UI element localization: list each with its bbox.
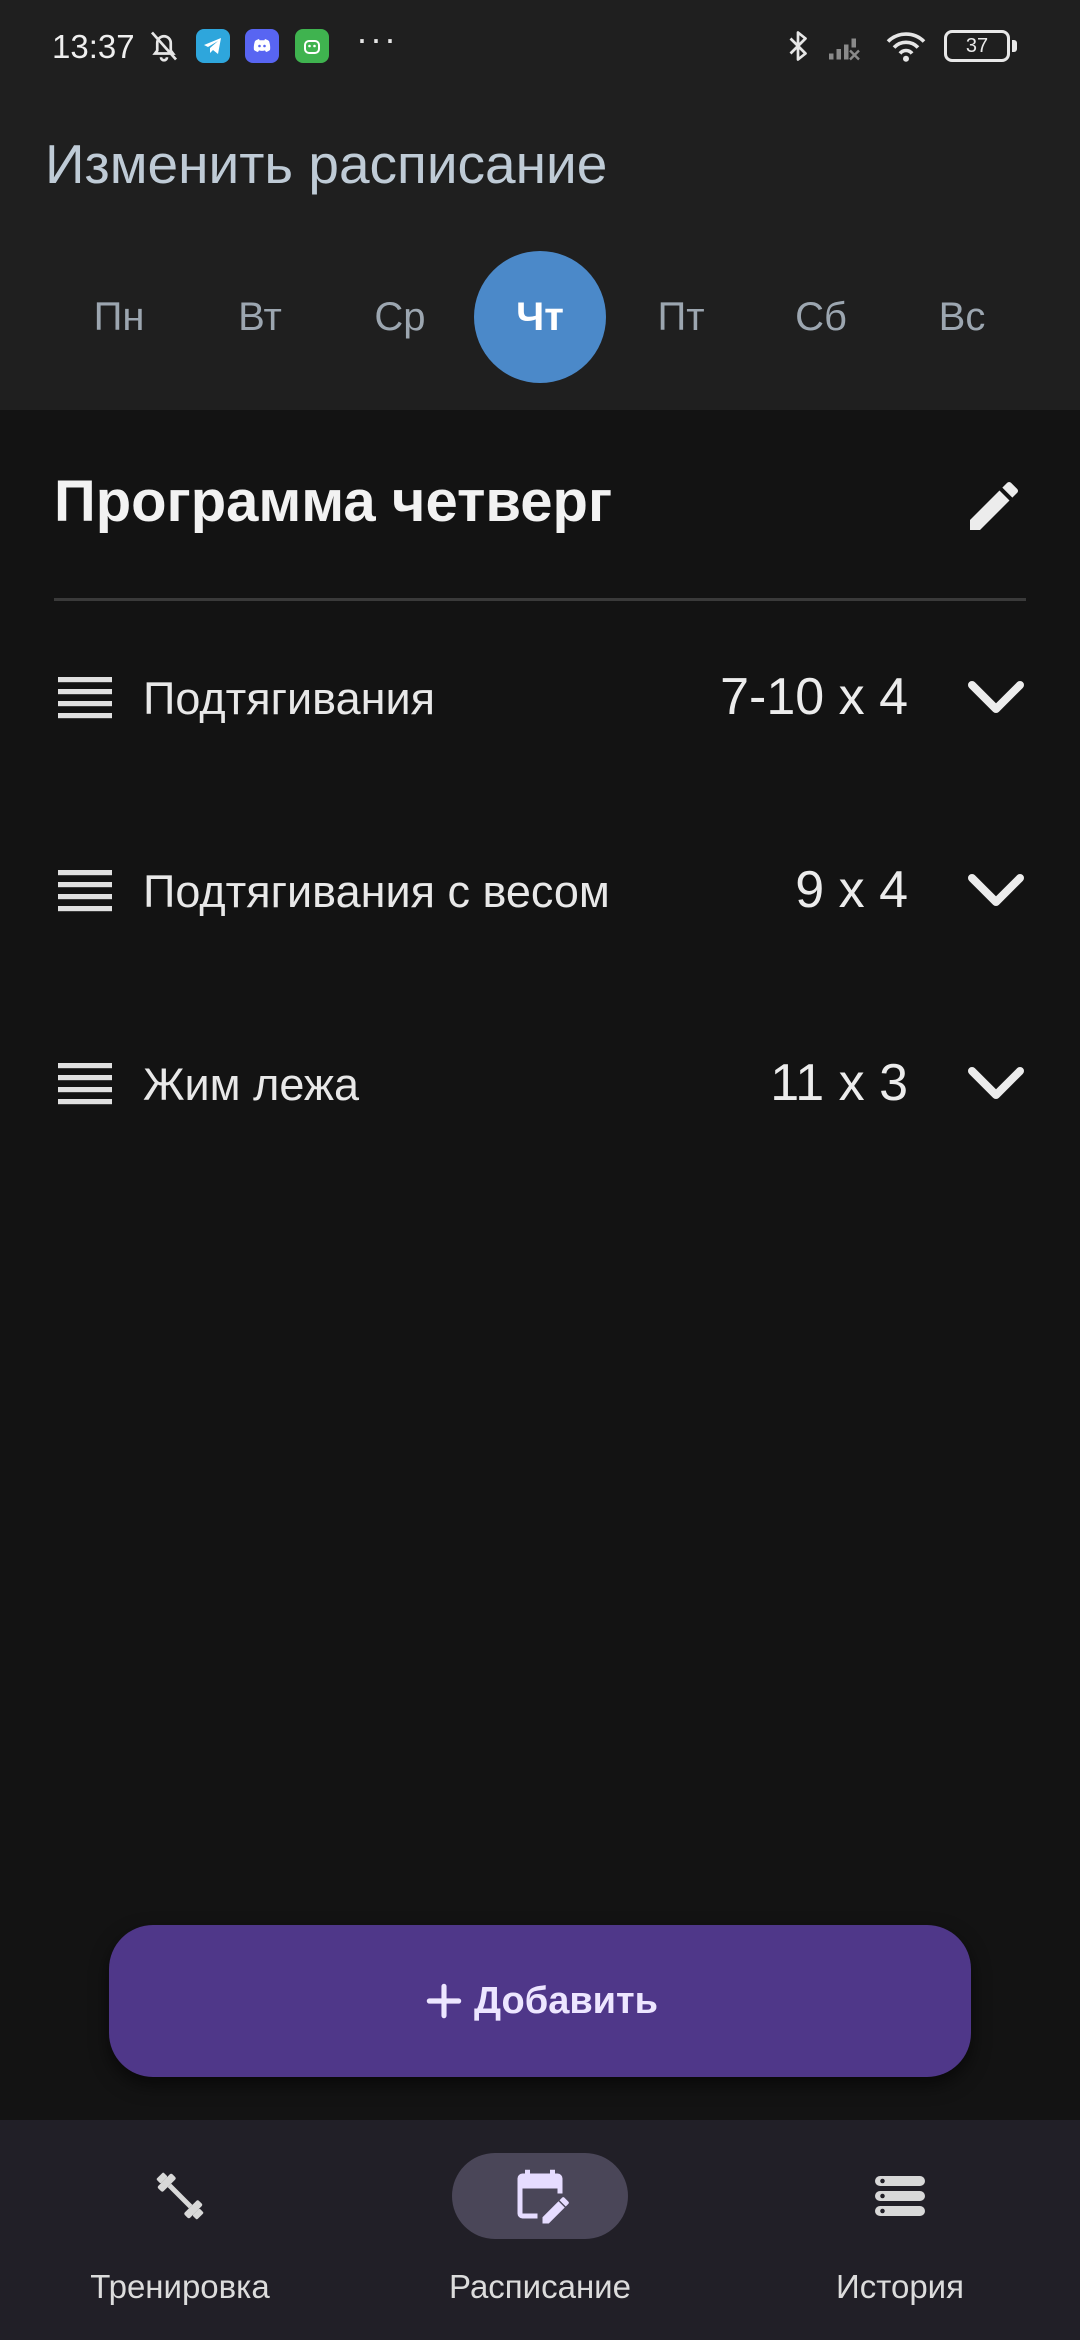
- nav-label: Расписание: [449, 2268, 631, 2305]
- wifi-icon: [886, 32, 926, 62]
- day-wednesday[interactable]: Ср: [334, 251, 466, 383]
- chevron-down-icon[interactable]: [966, 870, 1026, 910]
- drag-handle-icon[interactable]: [58, 677, 112, 719]
- calendar-edit-icon: [517, 2169, 569, 2224]
- telegram-icon: [196, 29, 230, 63]
- list-icon: [875, 2176, 925, 2216]
- drag-handle-icon[interactable]: [58, 870, 112, 912]
- battery-level: 37: [965, 34, 989, 57]
- divider: [54, 598, 1026, 601]
- exercise-name: Подтягивания с весом: [143, 866, 610, 917]
- day-thursday[interactable]: Чт: [474, 251, 606, 383]
- day-saturday[interactable]: Сб: [755, 251, 887, 383]
- day-tuesday[interactable]: Вт: [194, 251, 326, 383]
- exercise-sets: 7-10 x 4: [720, 668, 908, 726]
- add-button-label: Добавить: [473, 1979, 659, 2022]
- exercise-sets: 11 x 3: [770, 1054, 908, 1112]
- list-item[interactable]: Подтягивания с весом 9 x 4: [0, 830, 1080, 950]
- page-title: Изменить расписание: [45, 133, 608, 195]
- pencil-icon[interactable]: [962, 474, 1026, 538]
- bluetooth-icon: [789, 31, 807, 61]
- program-title: Программа четверг: [54, 469, 613, 534]
- day-selector: Пн Вт Ср Чт Пт Сб Вс: [0, 251, 1080, 385]
- list-item[interactable]: Подтягивания 7-10 x 4: [0, 637, 1080, 757]
- day-monday[interactable]: Пн: [53, 251, 185, 383]
- day-sunday[interactable]: Вс: [896, 251, 1028, 383]
- exercise-name: Жим лежа: [143, 1059, 360, 1110]
- top-panel: Изменить расписание Пн Вт Ср Чт Пт Сб Вс: [0, 96, 1080, 410]
- nav-label: История: [836, 2268, 964, 2305]
- plus-icon: [426, 1983, 462, 2019]
- day-friday[interactable]: Пт: [615, 251, 747, 383]
- status-time: 13:37: [52, 28, 135, 65]
- bell-off-icon: [150, 31, 178, 62]
- exercise-sets: 9 x 4: [795, 861, 908, 919]
- nav-item-history[interactable]: История: [720, 2120, 1080, 2340]
- list-item[interactable]: Жим лежа 11 x 3: [0, 1023, 1080, 1143]
- nav-item-schedule[interactable]: Расписание: [360, 2120, 720, 2340]
- discord-icon: [245, 29, 279, 63]
- more-dots-icon: ···: [356, 18, 398, 59]
- chevron-down-icon[interactable]: [966, 677, 1026, 717]
- battery-icon: 37: [944, 30, 1010, 62]
- bottom-navigation: Тренировка Расписание История: [0, 2120, 1080, 2340]
- nav-item-training[interactable]: Тренировка: [0, 2120, 360, 2340]
- android-app-icon: [295, 29, 329, 63]
- add-exercise-button[interactable]: Добавить: [109, 1925, 971, 2077]
- drag-handle-icon[interactable]: [58, 1063, 112, 1105]
- status-bar: 13:37 ··· 37: [0, 0, 1080, 96]
- dumbbell-icon: [156, 2172, 204, 2220]
- nav-label: Тренировка: [90, 2268, 270, 2305]
- signal-icon: [829, 38, 860, 61]
- battery-tip: [1012, 40, 1017, 52]
- exercise-name: Подтягивания: [143, 673, 435, 724]
- chevron-down-icon[interactable]: [966, 1063, 1026, 1103]
